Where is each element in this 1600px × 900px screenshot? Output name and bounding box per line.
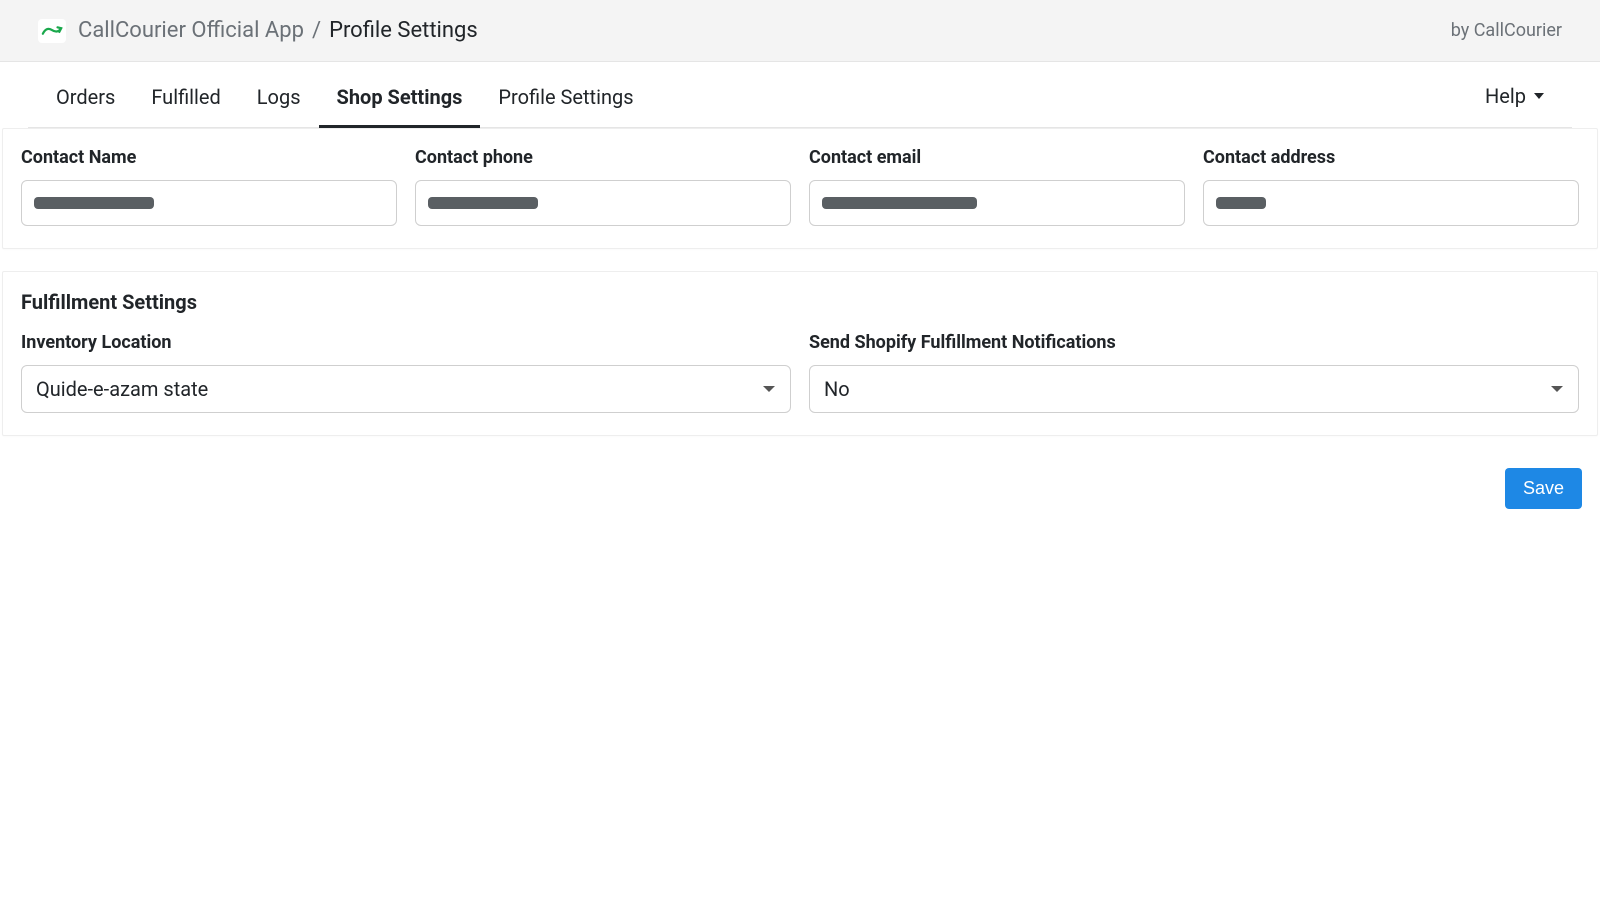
- breadcrumb-separator: /: [312, 18, 321, 43]
- contact-email-label: Contact email: [809, 147, 1185, 168]
- by-line: by CallCourier: [1451, 20, 1562, 41]
- app-logo-icon: [38, 19, 66, 43]
- fulfillment-section-title: Fulfillment Settings: [21, 272, 1579, 322]
- breadcrumb-current: Profile Settings: [329, 18, 478, 43]
- save-row: Save: [0, 458, 1600, 509]
- breadcrumb: CallCourier Official App / Profile Setti…: [78, 18, 478, 43]
- shopify-notify-select[interactable]: No: [809, 365, 1579, 413]
- chevron-down-icon: [762, 382, 776, 396]
- redacted-value: [1216, 197, 1266, 209]
- chevron-down-icon: [1550, 382, 1564, 396]
- contact-address-field: Contact address: [1203, 147, 1579, 226]
- contact-panel: Contact Name Contact phone Contact email…: [2, 128, 1598, 249]
- help-label: Help: [1485, 84, 1526, 108]
- contact-address-label: Contact address: [1203, 147, 1579, 168]
- shopify-notify-label: Send Shopify Fulfillment Notifications: [809, 332, 1579, 353]
- tab-profile-settings[interactable]: Profile Settings: [480, 65, 651, 128]
- tab-bar: Orders Fulfilled Logs Shop Settings Prof…: [28, 64, 1572, 128]
- contact-phone-field: Contact phone: [415, 147, 791, 226]
- save-button[interactable]: Save: [1505, 468, 1582, 509]
- tab-shop-settings[interactable]: Shop Settings: [319, 65, 481, 128]
- shopify-notify-field: Send Shopify Fulfillment Notifications N…: [809, 332, 1579, 413]
- redacted-value: [34, 197, 154, 209]
- tab-orders[interactable]: Orders: [56, 65, 133, 128]
- tab-fulfilled[interactable]: Fulfilled: [133, 65, 238, 128]
- contact-phone-input[interactable]: [415, 180, 791, 226]
- shopify-notify-value: No: [824, 377, 850, 401]
- contact-name-input[interactable]: [21, 180, 397, 226]
- inventory-location-select[interactable]: Quide-e-azam state: [21, 365, 791, 413]
- redacted-value: [822, 197, 977, 209]
- help-button[interactable]: Help: [1485, 76, 1544, 116]
- fulfillment-panel: Fulfillment Settings Inventory Location …: [2, 271, 1598, 436]
- tabs: Orders Fulfilled Logs Shop Settings Prof…: [56, 64, 652, 127]
- inventory-location-field: Inventory Location Quide-e-azam state: [21, 332, 791, 413]
- breadcrumb-app-name[interactable]: CallCourier Official App: [78, 18, 304, 43]
- inventory-location-label: Inventory Location: [21, 332, 791, 353]
- app-header: CallCourier Official App / Profile Setti…: [0, 0, 1600, 62]
- header-left: CallCourier Official App / Profile Setti…: [38, 18, 478, 43]
- contact-phone-label: Contact phone: [415, 147, 791, 168]
- redacted-value: [428, 197, 538, 209]
- contact-email-field: Contact email: [809, 147, 1185, 226]
- contact-email-input[interactable]: [809, 180, 1185, 226]
- inventory-location-value: Quide-e-azam state: [36, 377, 208, 401]
- contact-address-input[interactable]: [1203, 180, 1579, 226]
- contact-name-field: Contact Name: [21, 147, 397, 226]
- contact-name-label: Contact Name: [21, 147, 397, 168]
- tab-logs[interactable]: Logs: [239, 65, 319, 128]
- caret-down-icon: [1534, 93, 1544, 99]
